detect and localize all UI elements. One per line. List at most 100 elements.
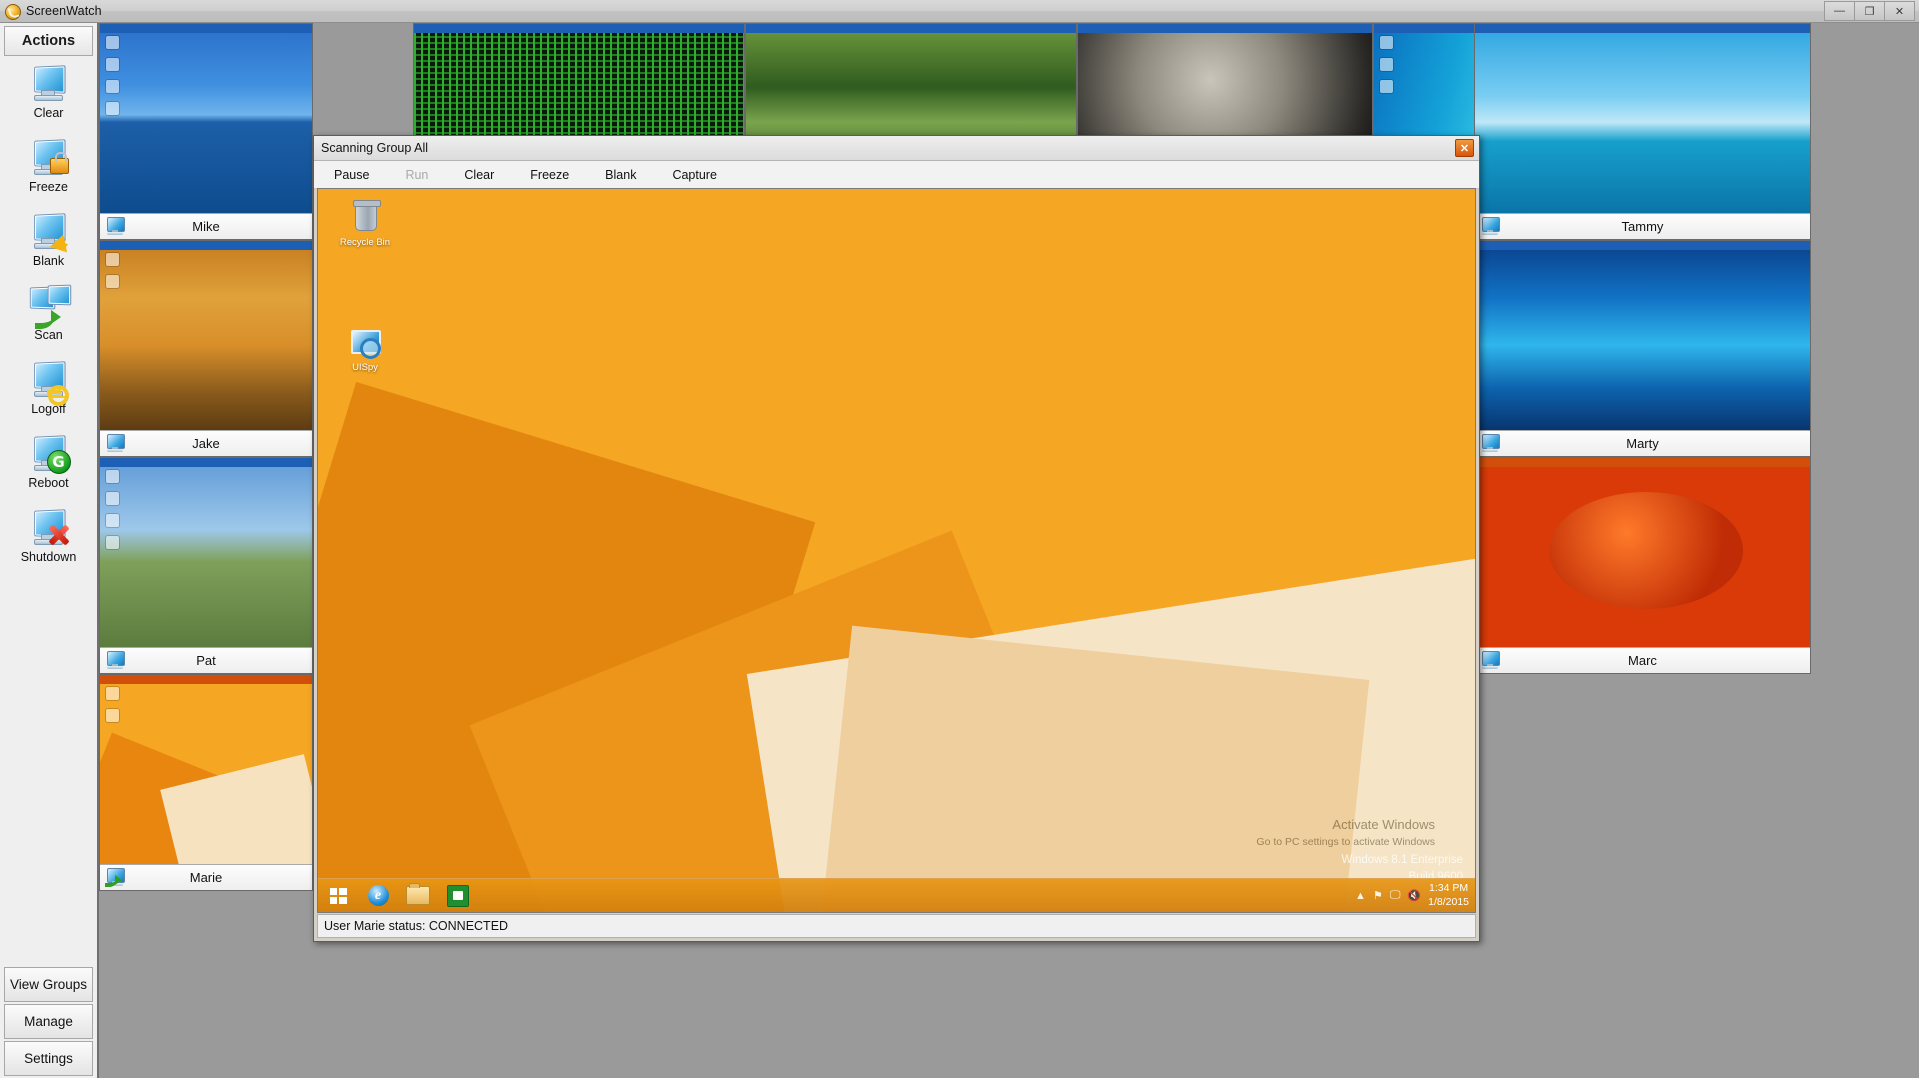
maximize-button[interactable]: ❐	[1854, 1, 1885, 21]
manage-button[interactable]: Manage	[4, 1004, 93, 1039]
monitor-lock-icon	[27, 137, 71, 179]
thumbnail-name: Marty	[1626, 436, 1659, 451]
thumbnail-pat[interactable]: Pat	[99, 457, 313, 674]
minimize-button[interactable]: —	[1824, 1, 1855, 21]
taskbar-internet-explorer[interactable]: e	[358, 879, 398, 912]
action-scan[interactable]: Scan	[0, 281, 97, 355]
desktop-icon-recycle-bin[interactable]: Recycle Bin	[332, 200, 398, 248]
thumbnail-marc[interactable]: Marc	[1474, 457, 1811, 674]
desktop-icon-uispy[interactable]: UISpy	[332, 326, 398, 373]
action-reboot[interactable]: G Reboot	[0, 429, 97, 503]
monitor-icon	[1479, 650, 1501, 670]
recycle-bin-icon	[348, 200, 382, 235]
scanning-window-status-bar: User Marie status: CONNECTED	[317, 914, 1476, 938]
uispy-icon	[348, 326, 382, 360]
app-title: ScreenWatch	[26, 4, 102, 18]
watermark-line-2: Go to PC settings to activate Windows	[1256, 835, 1435, 848]
thumbnail-screen	[100, 675, 312, 864]
watermark-line-1: Activate Windows	[1332, 816, 1435, 832]
menu-capture[interactable]: Capture	[672, 168, 716, 182]
action-blank[interactable]: Blank	[0, 207, 97, 281]
scanning-window-title: Scanning Group All	[321, 141, 429, 155]
tray-volume-icon[interactable]: 🔇	[1407, 889, 1421, 902]
action-scan-label: Scan	[34, 328, 63, 342]
action-blank-label: Blank	[32, 254, 65, 268]
thumbnail-screen	[1475, 241, 1810, 430]
thumbnail-label: Marie	[100, 864, 312, 890]
scanning-window: Scanning Group All ✕ Pause Run Clear Fre…	[313, 135, 1480, 942]
monitor-icon	[1479, 433, 1501, 453]
thumbnail-marie[interactable]: Marie	[99, 674, 313, 891]
thumbnail-label: Pat	[100, 647, 312, 673]
close-button[interactable]: ✕	[1884, 1, 1915, 21]
activate-windows-watermark: Activate Windows Go to PC settings to ac…	[1256, 816, 1435, 850]
thumbnail-marty[interactable]: Marty	[1474, 240, 1811, 457]
windows-start-icon	[329, 887, 347, 904]
screenwatch-app: ScreenWatch — ❐ ✕ Actions Clear Freeze B…	[0, 0, 1919, 1078]
thumbnail-label: Jake	[100, 430, 312, 456]
action-reboot-label: Reboot	[28, 476, 69, 490]
monitor-icon	[1479, 216, 1501, 236]
monitor-icon	[104, 650, 126, 670]
thumbnail-mike[interactable]: Mike	[99, 23, 313, 240]
monitor-bolt-icon	[27, 211, 72, 253]
thumbnail-label: Mike	[100, 213, 312, 239]
menu-pause[interactable]: Pause	[334, 168, 369, 182]
thumbnail-screen	[1475, 458, 1810, 647]
clock-date: 1/8/2015	[1428, 895, 1469, 908]
screenwatch-swirl-icon	[4, 3, 21, 20]
file-explorer-icon	[406, 883, 430, 905]
view-groups-button[interactable]: View Groups	[4, 967, 93, 1002]
menu-blank[interactable]: Blank	[605, 168, 636, 182]
thumbnail-name: Marc	[1628, 653, 1657, 668]
tray-network-icon[interactable]: ⚑	[1373, 889, 1383, 902]
remote-taskbar: e ▲ ⚑ 🖵 🔇 1:34 PM 1/8/2015	[318, 878, 1475, 912]
windows-start-button[interactable]	[318, 879, 358, 912]
thumbnail-desktop-icons	[106, 687, 119, 722]
thumbnail-screen	[100, 24, 312, 213]
clock-time: 1:34 PM	[1429, 882, 1469, 895]
thumbnail-label: Tammy	[1475, 213, 1810, 239]
action-shutdown[interactable]: Shutdown	[0, 503, 97, 577]
thumbnail-name: Mike	[192, 219, 220, 234]
thumbnail-desktop-icons	[106, 36, 119, 115]
scanning-window-close-button[interactable]: ✕	[1455, 139, 1474, 157]
thumbnail-tammy[interactable]: Tammy	[1474, 23, 1811, 240]
status-text: User Marie status: CONNECTED	[324, 919, 509, 933]
action-logoff[interactable]: Logoff	[0, 355, 97, 429]
thumbnail-name: Tammy	[1621, 219, 1664, 234]
thumbnail-name: Jake	[192, 436, 220, 451]
monitor-clear-icon	[27, 63, 71, 105]
build-line-1: Windows 8.1 Enterprise	[1341, 853, 1463, 866]
action-shutdown-label: Shutdown	[20, 550, 77, 564]
thumbnail-jake[interactable]: Jake	[99, 240, 313, 457]
action-clear[interactable]: Clear	[0, 59, 97, 133]
taskbar-clock[interactable]: 1:34 PM 1/8/2015	[1428, 882, 1469, 908]
tray-overflow-icon[interactable]: ▲	[1355, 890, 1366, 902]
menu-clear[interactable]: Clear	[464, 168, 494, 182]
menu-freeze[interactable]: Freeze	[530, 168, 569, 182]
system-tray: ▲ ⚑ 🖵 🔇 1:34 PM 1/8/2015	[1355, 882, 1469, 908]
sidebar-bottom-buttons: View Groups Manage Settings	[0, 965, 97, 1078]
monitor-refresh-icon: G	[27, 433, 71, 475]
remote-desktop-view[interactable]: Recycle Bin UISpy Activate Windows Go to…	[317, 188, 1476, 913]
taskbar-file-explorer[interactable]	[398, 879, 438, 912]
tray-monitor-icon[interactable]: 🖵	[1390, 889, 1401, 902]
thumbnail-screen	[1475, 24, 1810, 213]
thumbnail-screen	[100, 241, 312, 430]
monitor-icon	[104, 216, 126, 236]
taskbar-windows-store[interactable]	[438, 879, 478, 912]
settings-button[interactable]: Settings	[4, 1041, 93, 1076]
thumbnail-screen	[100, 458, 312, 647]
action-clear-label: Clear	[33, 106, 64, 120]
action-freeze[interactable]: Freeze	[0, 133, 97, 207]
thumbnail-desktop-icons	[106, 253, 119, 288]
windows-store-icon	[447, 884, 469, 907]
internet-explorer-icon: e	[367, 885, 389, 906]
actions-header: Actions	[4, 26, 93, 56]
desktop-icon-label: UISpy	[352, 362, 378, 373]
monitor-scan-icon	[104, 867, 126, 887]
monitor-icon	[104, 433, 126, 453]
thumbnail-label: Marc	[1475, 647, 1810, 673]
main-title-bar: ScreenWatch — ❐ ✕	[0, 0, 1919, 23]
